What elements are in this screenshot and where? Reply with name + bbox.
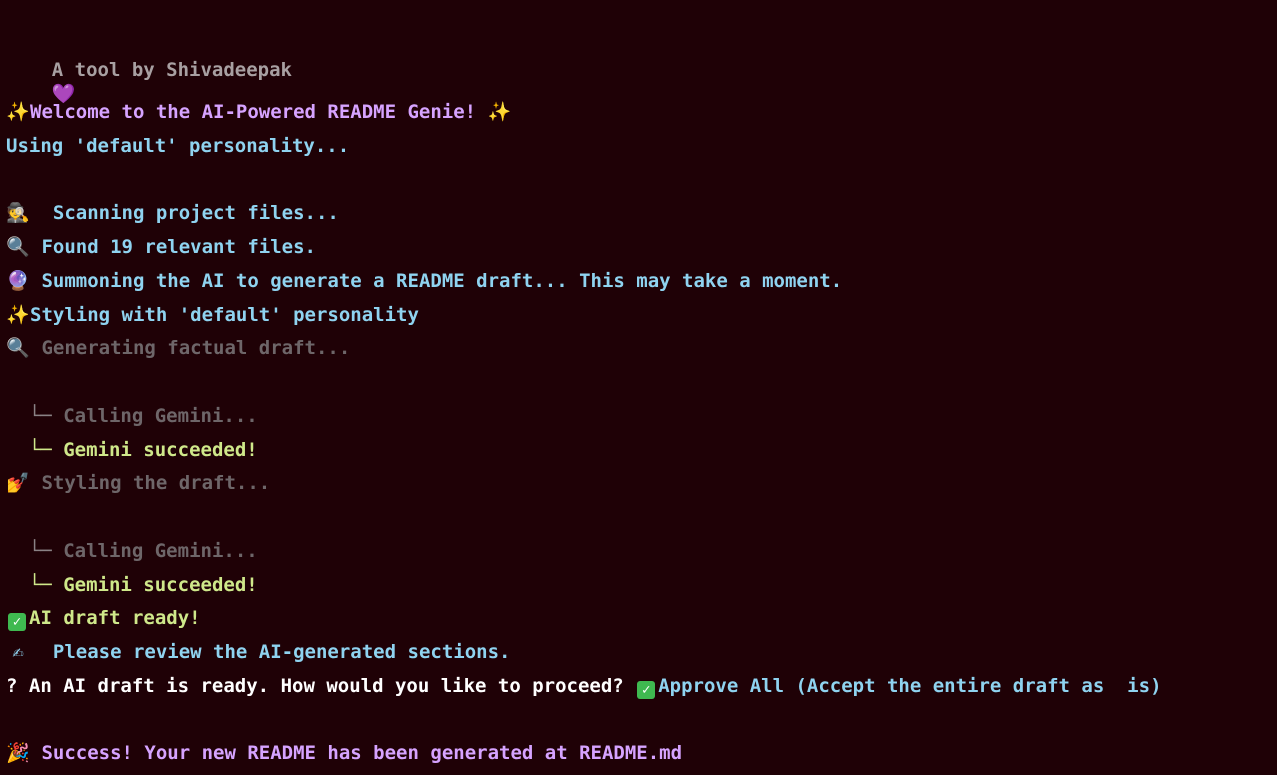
prompt-question-text: An AI draft is ready. How would you like… (28, 675, 624, 697)
styling-draft-line: 💅 Styling the draft... (6, 471, 270, 495)
succeeded-line-2: └─ Gemini succeeded! (6, 573, 258, 597)
detective-icon: 🕵 (6, 202, 30, 224)
draft-ready-text: AI draft ready! (29, 607, 201, 629)
terminal-window: A tool by Shivadeepak 💜 ✨Welcome to the … (0, 0, 1277, 775)
tree-branch-icon: └─ (28, 405, 52, 427)
calling-text-1: Calling Gemini... (63, 405, 258, 427)
sparkle-small-icon: ✨ (487, 101, 512, 123)
succeeded-text-2: Gemini succeeded! (63, 574, 258, 596)
calling-line-2: └─ Calling Gemini... (6, 539, 258, 563)
sparkles-icon: ✨ (6, 101, 30, 123)
tree-branch-icon: └─ (28, 540, 52, 562)
generating-line: 🔍 Generating factual draft... (6, 336, 350, 360)
success-line: 🎉 Success! Your new README has been gene… (6, 741, 682, 765)
success-text: Success! Your new README has been genera… (41, 742, 683, 764)
prompt-question-mark: ? (6, 675, 18, 697)
summoning-text: Summoning the AI to generate a README dr… (41, 270, 843, 292)
writing-hand-icon: ✍ (12, 641, 24, 663)
crystal-ball-icon: 🔮 (6, 270, 30, 292)
styling-with-line: ✨Styling with 'default' personality (6, 303, 419, 327)
check-icon: ✓ (8, 613, 26, 631)
scanning-line: 🕵 Scanning project files... (6, 201, 339, 225)
tree-end-icon: └─ (28, 439, 52, 461)
draft-ready-line: ✓ AI draft ready! (6, 606, 201, 631)
styling-draft-text: Styling the draft... (41, 472, 271, 494)
party-icon: 🎉 (6, 742, 30, 764)
nail-polish-icon: 💅 (6, 472, 30, 494)
succeeded-line-1: └─ Gemini succeeded! (6, 438, 258, 462)
sparkles-icon: ✨ (6, 304, 30, 326)
welcome-text: Welcome to the AI-Powered README Genie! (30, 101, 477, 123)
welcome-line: ✨Welcome to the AI-Powered README Genie!… (6, 100, 512, 124)
review-text: Please review the AI-generated sections. (52, 641, 511, 663)
tagline-text: A tool by Shivadeepak (51, 59, 292, 81)
found-line: 🔍 Found 19 relevant files. (6, 235, 316, 259)
personality-line: Using 'default' personality... (6, 134, 349, 158)
magnifier-icon: 🔍 (6, 337, 30, 359)
generating-text: Generating factual draft... (41, 337, 351, 359)
review-line: ✍ Please review the AI-generated section… (6, 640, 510, 664)
tree-end-icon: └─ (28, 574, 52, 596)
check-icon: ✓ (637, 681, 656, 699)
summoning-line: 🔮 Summoning the AI to generate a README … (6, 269, 842, 293)
scanning-text: Scanning project files... (52, 202, 339, 224)
succeeded-text-1: Gemini succeeded! (63, 439, 258, 461)
prompt-line: ? An AI draft is ready. How would you li… (6, 674, 1162, 699)
found-text: Found 19 relevant files. (41, 236, 316, 258)
prompt-answer-text: Approve All (Accept the entire draft as … (658, 675, 1162, 697)
personality-text: Using 'default' personality... (6, 135, 350, 157)
calling-line-1: └─ Calling Gemini... (6, 404, 258, 428)
styling-with-text: Styling with 'default' personality (30, 304, 419, 326)
magnifier-icon: 🔍 (6, 236, 30, 258)
tagline-line: A tool by Shivadeepak 💜 (6, 34, 292, 105)
calling-text-2: Calling Gemini... (63, 540, 258, 562)
